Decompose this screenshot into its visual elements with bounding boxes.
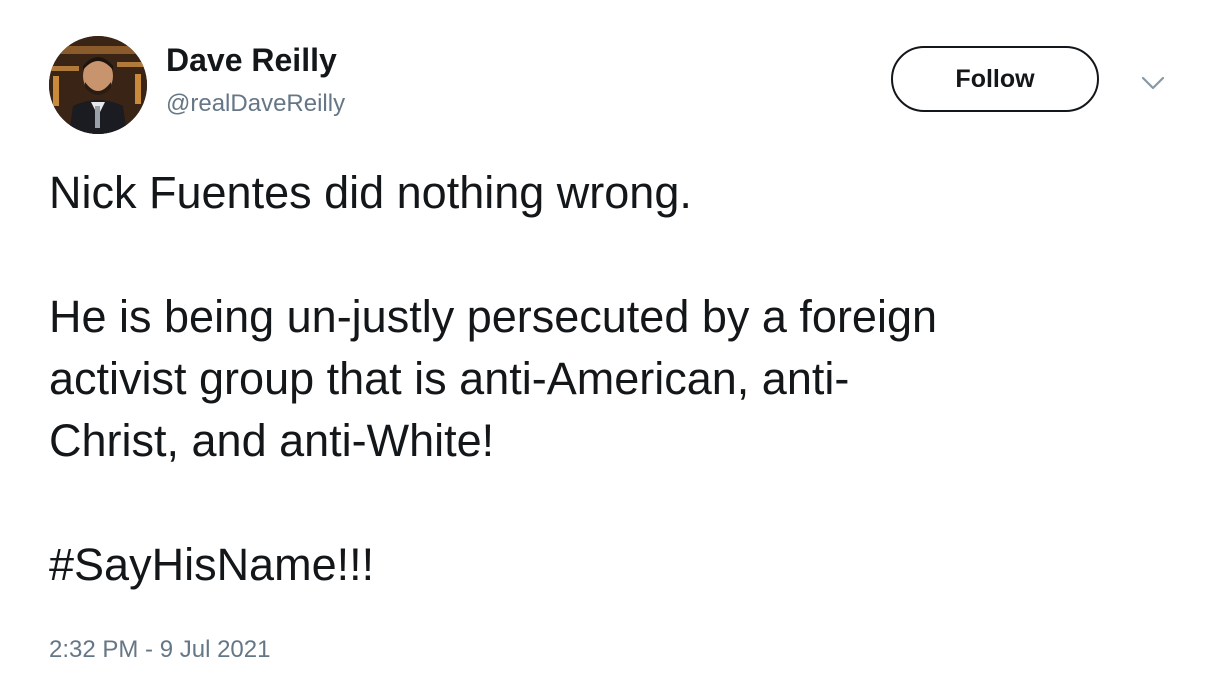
tweet-line: activist group that is anti-American, an… xyxy=(49,353,850,404)
tweet-timestamp[interactable]: 2:32 PM - 9 Jul 2021 xyxy=(49,636,270,664)
tweet-card: Dave Reilly @realDaveReilly Follow Nick … xyxy=(0,0,1208,680)
chevron-down-icon[interactable] xyxy=(1140,74,1166,92)
follow-button[interactable]: Follow xyxy=(891,46,1099,112)
tweet-line: Christ, and anti-White! xyxy=(49,415,495,466)
author-handle[interactable]: @realDaveReilly xyxy=(166,90,345,118)
tweet-line: Nick Fuentes did nothing wrong. xyxy=(49,167,692,218)
author-name[interactable]: Dave Reilly xyxy=(166,42,337,79)
avatar-image xyxy=(49,36,147,134)
tweet-line: He is being un-justly persecuted by a fo… xyxy=(49,291,938,342)
tweet-text: Nick Fuentes did nothing wrong. He is be… xyxy=(49,162,1169,596)
hashtag-link[interactable]: #SayHisName!!! xyxy=(49,534,1169,596)
avatar[interactable] xyxy=(49,36,147,134)
